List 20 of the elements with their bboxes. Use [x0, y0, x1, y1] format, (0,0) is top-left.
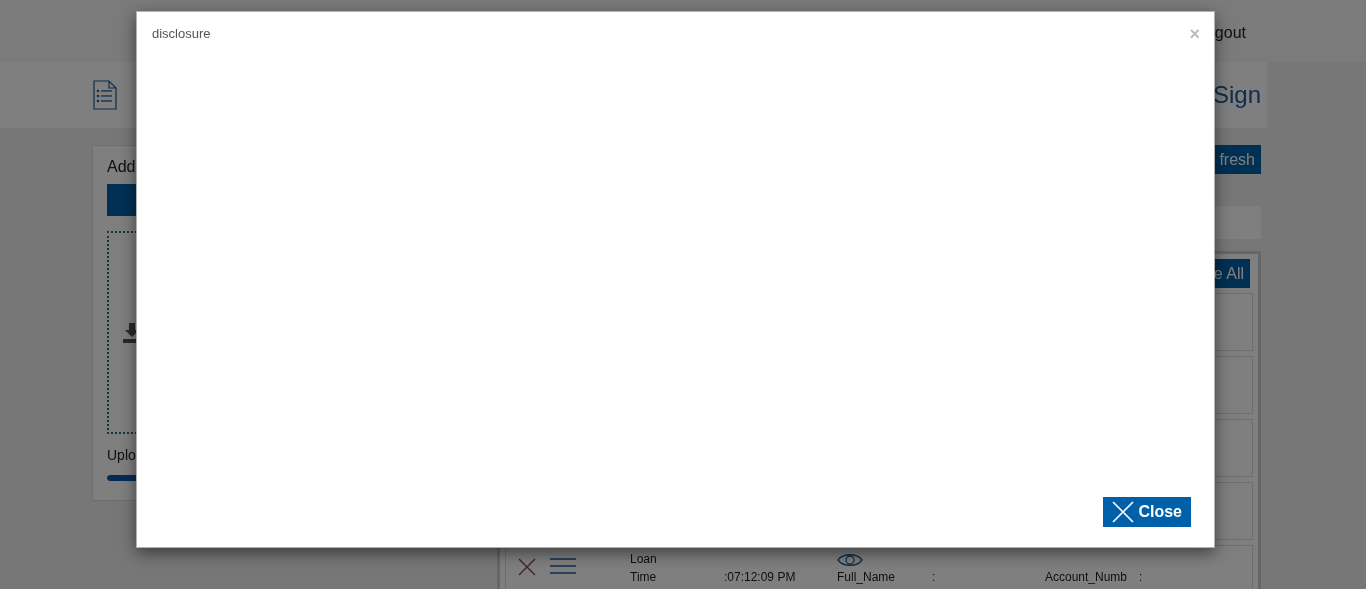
refresh-button[interactable]: fresh — [1213, 145, 1261, 174]
field-value: :07:12:09 PM — [724, 570, 797, 584]
close-icon — [1112, 501, 1135, 523]
page-title: Sign — [1212, 81, 1261, 109]
menu-icon[interactable] — [550, 558, 576, 574]
delete-icon[interactable] — [518, 558, 536, 576]
field-value: : — [1139, 570, 1144, 584]
field-label: Time — [630, 570, 658, 584]
upload-status: Uplo — [107, 447, 137, 463]
card-title: Add — [107, 158, 137, 176]
document-list-icon — [93, 80, 117, 110]
field-label: Full_Name — [837, 570, 897, 584]
field-label: Account_Numb — [1045, 570, 1129, 584]
field-value: : — [932, 570, 937, 584]
view-icon[interactable] — [837, 552, 863, 568]
close-button[interactable]: × — [1189, 26, 1200, 42]
logout-link[interactable]: gout — [1214, 24, 1246, 42]
document-type: Loan — [630, 552, 658, 568]
close-button[interactable]: Close — [1103, 497, 1191, 527]
dialog-title: disclosure — [152, 26, 211, 41]
